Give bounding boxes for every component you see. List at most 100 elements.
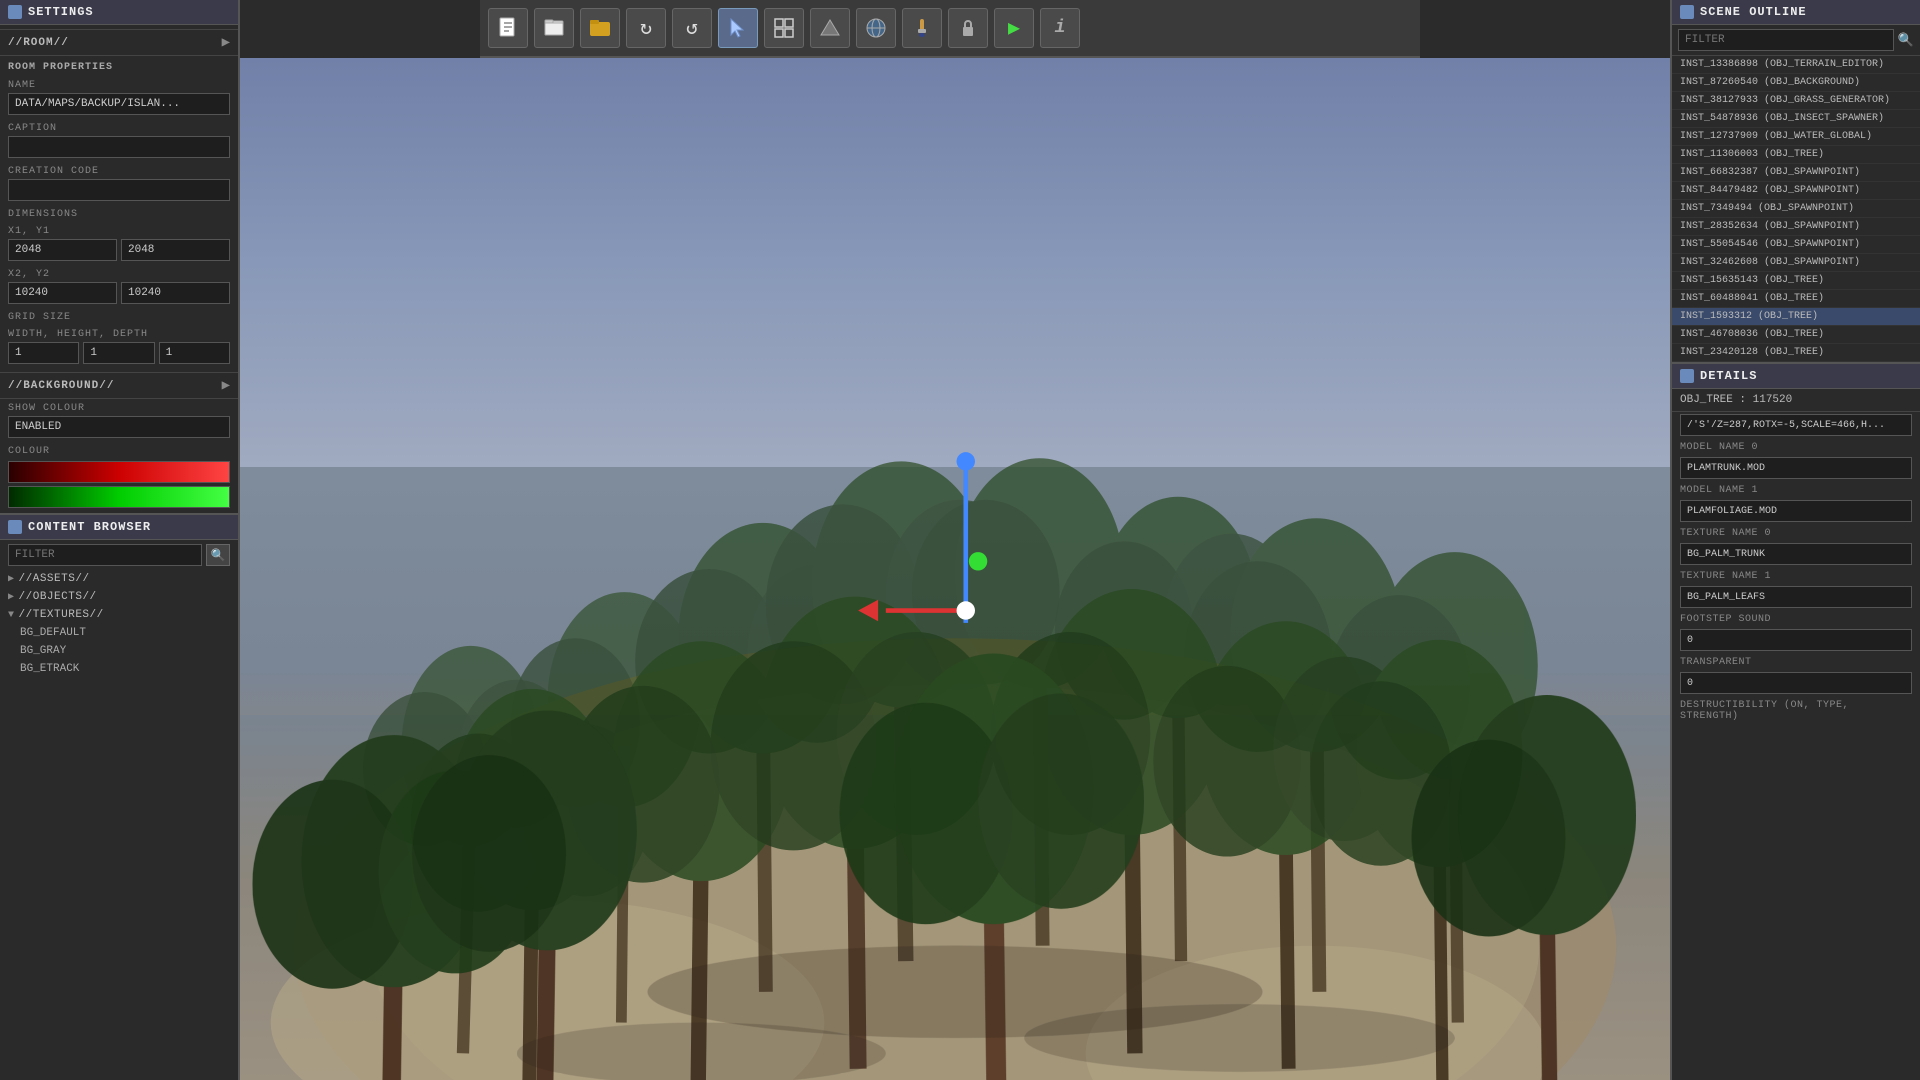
background-section-title: //BACKGROUND// bbox=[8, 380, 114, 392]
bg-etrack-item[interactable]: BG_ETRACK bbox=[0, 660, 238, 678]
open-button[interactable] bbox=[534, 8, 574, 48]
details-title: DETAILS bbox=[1700, 369, 1757, 383]
grid-button[interactable] bbox=[764, 8, 804, 48]
background-section-row[interactable]: //BACKGROUND// ▶ bbox=[0, 372, 238, 399]
y1-input[interactable] bbox=[121, 239, 230, 261]
content-browser-filter-row: 🔍 bbox=[0, 540, 238, 570]
name-input[interactable] bbox=[8, 93, 230, 115]
texture-name-0-input[interactable] bbox=[1680, 543, 1912, 565]
play-button[interactable]: ▶ bbox=[994, 8, 1034, 48]
lock-button[interactable] bbox=[948, 8, 988, 48]
outline-item[interactable]: INST_46708036 (OBJ_TREE) bbox=[1672, 326, 1920, 344]
footstep-sound-input[interactable] bbox=[1680, 629, 1912, 651]
redo-button[interactable]: ↺ bbox=[672, 8, 712, 48]
depth-input[interactable] bbox=[159, 342, 230, 364]
scene-svg bbox=[240, 58, 1670, 1080]
outline-filter-search-button[interactable]: 🔍 bbox=[1898, 32, 1914, 48]
height-input[interactable] bbox=[83, 342, 154, 364]
red-colour-bar[interactable] bbox=[8, 461, 230, 483]
settings-title: SETTINGS bbox=[28, 5, 94, 19]
toolbar: ↻ ↺ bbox=[480, 0, 1420, 58]
outline-item[interactable]: INST_28352634 (OBJ_SPAWNPOINT) bbox=[1672, 218, 1920, 236]
textures-tree-item[interactable]: ▼ //TEXTURES// bbox=[0, 606, 238, 624]
bg-gray-item[interactable]: BG_GRAY bbox=[0, 642, 238, 660]
outline-filter-input[interactable] bbox=[1678, 29, 1894, 51]
undo-button[interactable]: ↻ bbox=[626, 8, 666, 48]
outline-item[interactable]: INST_13386898 (OBJ_TERRAIN_EDITOR) bbox=[1672, 56, 1920, 74]
content-browser-icon bbox=[8, 520, 22, 534]
content-browser-filter-input[interactable] bbox=[8, 544, 202, 566]
objects-arrow-icon: ▶ bbox=[8, 591, 15, 603]
center-area: ↻ ↺ bbox=[240, 0, 1670, 1080]
paint-button[interactable] bbox=[902, 8, 942, 48]
y2-input[interactable] bbox=[121, 282, 230, 304]
outline-item[interactable]: INST_54878936 (OBJ_INSECT_SPAWNER) bbox=[1672, 110, 1920, 128]
texture-name-0-label: TEXTURE NAME 0 bbox=[1672, 524, 1920, 541]
colour-label: COLOUR bbox=[0, 442, 238, 459]
outline-list: INST_13386898 (OBJ_TERRAIN_EDITOR)INST_8… bbox=[1672, 56, 1920, 362]
x2-input[interactable] bbox=[8, 282, 117, 304]
terrain-button[interactable] bbox=[810, 8, 850, 48]
right-panel: SCENE OUTLINE 🔍 INST_13386898 (OBJ_TERRA… bbox=[1670, 0, 1920, 1080]
whd-row bbox=[0, 342, 238, 368]
room-section-arrow: ▶ bbox=[222, 34, 230, 51]
transparent-input[interactable] bbox=[1680, 672, 1912, 694]
select-button[interactable] bbox=[718, 8, 758, 48]
outline-item[interactable]: INST_7349494 (OBJ_SPAWNPOINT) bbox=[1672, 200, 1920, 218]
scene-outline-icon bbox=[1680, 5, 1694, 19]
content-browser-title: CONTENT BROWSER bbox=[28, 520, 151, 534]
outline-item[interactable]: INST_66832387 (OBJ_SPAWNPOINT) bbox=[1672, 164, 1920, 182]
info-button[interactable]: i bbox=[1040, 8, 1080, 48]
model-name-1-label: MODEL NAME 1 bbox=[1672, 481, 1920, 498]
dimensions-label: DIMENSIONS bbox=[0, 205, 238, 222]
room-section-row[interactable]: //ROOM// ▶ bbox=[0, 29, 238, 56]
x1y1-row bbox=[0, 239, 238, 265]
width-input[interactable] bbox=[8, 342, 79, 364]
outline-item[interactable]: INST_38127933 (OBJ_GRASS_GENERATOR) bbox=[1672, 92, 1920, 110]
folder-button[interactable] bbox=[580, 8, 620, 48]
outline-item[interactable]: INST_11306003 (OBJ_TREE) bbox=[1672, 146, 1920, 164]
texture-name-1-input[interactable] bbox=[1680, 586, 1912, 608]
colour-bars bbox=[0, 459, 238, 513]
content-browser-header: CONTENT BROWSER bbox=[0, 513, 238, 540]
outline-item[interactable]: INST_84479482 (OBJ_SPAWNPOINT) bbox=[1672, 182, 1920, 200]
settings-panel-header: SETTINGS bbox=[0, 0, 238, 25]
room-properties-title: ROOM PROPERTIES bbox=[0, 56, 238, 76]
assets-arrow-icon: ▶ bbox=[8, 573, 15, 585]
outline-item[interactable]: INST_15635143 (OBJ_TREE) bbox=[1672, 272, 1920, 290]
x1-input[interactable] bbox=[8, 239, 117, 261]
outline-item[interactable]: INST_12737909 (OBJ_WATER_GLOBAL) bbox=[1672, 128, 1920, 146]
model-name-0-input[interactable] bbox=[1680, 457, 1912, 479]
viewport[interactable] bbox=[240, 58, 1670, 1080]
green-colour-bar[interactable] bbox=[8, 486, 230, 508]
outline-item[interactable]: INST_32462608 (OBJ_SPAWNPOINT) bbox=[1672, 254, 1920, 272]
model-name-1-input[interactable] bbox=[1680, 500, 1912, 522]
background-arrow: ▶ bbox=[222, 377, 230, 394]
details-icon bbox=[1680, 369, 1694, 383]
outline-item[interactable]: INST_55054546 (OBJ_SPAWNPOINT) bbox=[1672, 236, 1920, 254]
details-obj-title: OBJ_TREE : 117520 bbox=[1672, 389, 1920, 412]
texture-name-1-label: TEXTURE NAME 1 bbox=[1672, 567, 1920, 584]
show-colour-input[interactable] bbox=[8, 416, 230, 438]
outline-item[interactable]: INST_23420128 (OBJ_TREE) bbox=[1672, 344, 1920, 362]
world-button[interactable] bbox=[856, 8, 896, 48]
left-panel: SETTINGS //ROOM// ▶ ROOM PROPERTIES NAME… bbox=[0, 0, 240, 1080]
details-code-input[interactable] bbox=[1680, 414, 1912, 436]
x2y2-row bbox=[0, 282, 238, 308]
outline-item[interactable]: INST_1593312 (OBJ_TREE) bbox=[1672, 308, 1920, 326]
caption-input[interactable] bbox=[8, 136, 230, 158]
content-browser-search-button[interactable]: 🔍 bbox=[206, 544, 230, 566]
caption-label: CAPTION bbox=[0, 119, 238, 136]
textures-arrow-icon: ▼ bbox=[8, 610, 15, 621]
outline-filter-row: 🔍 bbox=[1672, 25, 1920, 56]
new-button[interactable] bbox=[488, 8, 528, 48]
outline-item[interactable]: INST_87260540 (OBJ_BACKGROUND) bbox=[1672, 74, 1920, 92]
outline-item[interactable]: INST_60488041 (OBJ_TREE) bbox=[1672, 290, 1920, 308]
width-height-depth-label: WIDTH, HEIGHT, DEPTH bbox=[0, 325, 238, 342]
name-label: NAME bbox=[0, 76, 238, 93]
show-colour-label: SHOW COLOUR bbox=[0, 399, 238, 416]
assets-tree-item[interactable]: ▶ //ASSETS// bbox=[0, 570, 238, 588]
objects-tree-item[interactable]: ▶ //OBJECTS// bbox=[0, 588, 238, 606]
creation-code-input[interactable] bbox=[8, 179, 230, 201]
bg-default-item[interactable]: BG_DEFAULT bbox=[0, 624, 238, 642]
